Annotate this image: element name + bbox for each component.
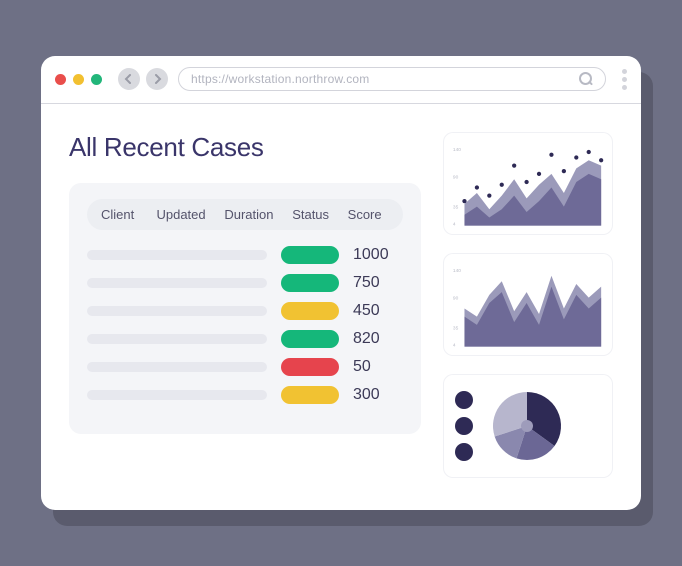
traffic-lights <box>55 74 102 85</box>
search-icon[interactable] <box>579 72 593 86</box>
svg-text:140: 140 <box>453 268 461 274</box>
svg-text:4: 4 <box>453 221 456 227</box>
score-value: 450 <box>353 302 403 320</box>
table-row[interactable]: 750 <box>87 274 403 292</box>
status-pill <box>281 358 339 376</box>
minimize-icon[interactable] <box>73 74 84 85</box>
score-value: 50 <box>353 358 403 376</box>
pie-chart <box>487 386 567 466</box>
col-client: Client <box>101 207 146 222</box>
mini-chart-1: 4 35 90 140 <box>443 132 613 235</box>
row-placeholder-bar <box>87 250 267 260</box>
back-button[interactable] <box>118 68 140 90</box>
row-placeholder-bar <box>87 362 267 372</box>
table-row[interactable]: 50 <box>87 358 403 376</box>
row-placeholder-bar <box>87 306 267 316</box>
col-status: Status <box>292 207 337 222</box>
svg-text:35: 35 <box>453 325 459 331</box>
svg-text:4: 4 <box>453 342 456 348</box>
col-score: Score <box>348 207 389 222</box>
table-row[interactable]: 1000 <box>87 246 403 264</box>
score-value: 820 <box>353 330 403 348</box>
table-header-row: Client Updated Duration Status Score <box>87 199 403 230</box>
address-bar[interactable]: https://workstation.northrow.com <box>178 67 606 91</box>
score-value: 300 <box>353 386 403 404</box>
legend-dot-icon <box>455 417 473 435</box>
close-icon[interactable] <box>55 74 66 85</box>
svg-text:90: 90 <box>453 174 459 180</box>
browser-chrome: https://workstation.northrow.com <box>41 56 641 104</box>
nav-arrows <box>118 68 168 90</box>
status-pill <box>281 274 339 292</box>
url-text: https://workstation.northrow.com <box>191 72 369 86</box>
legend-dot-icon <box>455 443 473 461</box>
svg-text:90: 90 <box>453 296 459 302</box>
mini-chart-pie <box>443 374 613 478</box>
page-body: All Recent Cases Client Updated Duration… <box>41 104 641 511</box>
score-value: 750 <box>353 274 403 292</box>
mini-chart-2: 4 35 90 140 <box>443 253 613 356</box>
table-row[interactable]: 820 <box>87 330 403 348</box>
svg-text:35: 35 <box>453 204 459 210</box>
status-pill <box>281 386 339 404</box>
row-placeholder-bar <box>87 390 267 400</box>
pie-legend <box>455 391 473 461</box>
maximize-icon[interactable] <box>91 74 102 85</box>
page-title: All Recent Cases <box>69 132 421 163</box>
menu-icon[interactable] <box>622 69 627 90</box>
status-pill <box>281 330 339 348</box>
col-updated: Updated <box>156 207 214 222</box>
status-pill <box>281 302 339 320</box>
status-pill <box>281 246 339 264</box>
svg-text:140: 140 <box>453 147 461 153</box>
table-row[interactable]: 300 <box>87 386 403 404</box>
legend-dot-icon <box>455 391 473 409</box>
browser-window: https://workstation.northrow.com All Rec… <box>41 56 641 511</box>
row-placeholder-bar <box>87 334 267 344</box>
table-row[interactable]: 450 <box>87 302 403 320</box>
row-placeholder-bar <box>87 278 267 288</box>
score-value: 1000 <box>353 246 403 264</box>
forward-button[interactable] <box>146 68 168 90</box>
col-duration: Duration <box>224 207 282 222</box>
cases-table-card: Client Updated Duration Status Score 100… <box>69 183 421 434</box>
